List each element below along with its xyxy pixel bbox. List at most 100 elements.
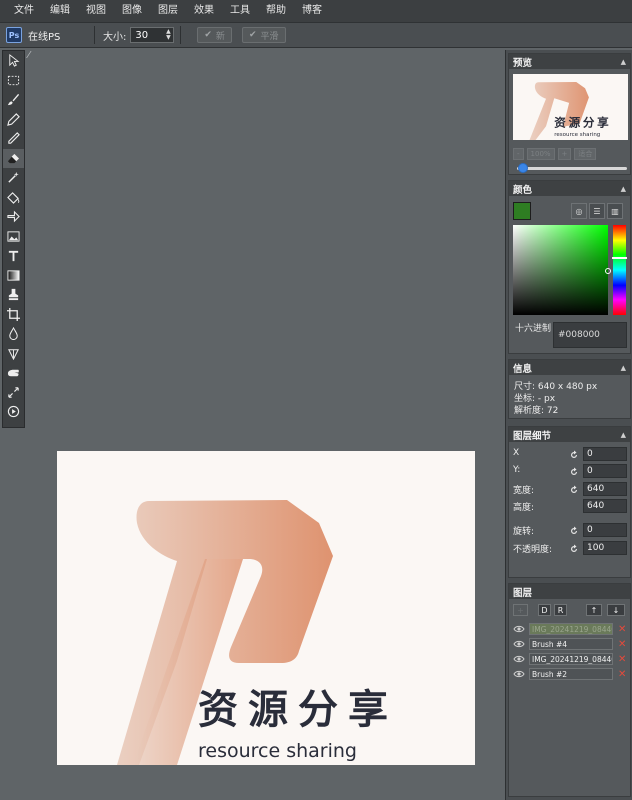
zoom-slider-handle[interactable]	[518, 163, 529, 173]
size-stepper[interactable]: ▲ ▼	[163, 28, 173, 42]
field-width-input[interactable]: 640	[583, 482, 627, 496]
smudge-icon[interactable]	[3, 363, 24, 383]
select-arrow-icon[interactable]	[3, 51, 24, 71]
zoom-fit-button[interactable]: 适合	[574, 148, 597, 160]
zoom-slider-track[interactable]	[517, 167, 627, 170]
field-opacity-label: 不透明度:	[513, 545, 553, 555]
layer-name[interactable]: IMG_20241219_08440	[529, 653, 613, 665]
eyedropper-icon[interactable]	[3, 129, 24, 149]
layers-panel-header[interactable]: 图层	[509, 584, 630, 599]
collapse-triangle-icon[interactable]: ▲	[621, 58, 626, 66]
image-icon[interactable]	[3, 227, 24, 247]
preview-panel-header[interactable]: 预览 ▲	[509, 54, 630, 69]
saturation-value-picker[interactable]	[513, 225, 608, 315]
reset-icon[interactable]	[569, 526, 579, 536]
fill-bucket-icon[interactable]	[3, 188, 24, 208]
option-toggle-new[interactable]: ✔ 新	[197, 27, 232, 43]
zoom-out-button[interactable]: -	[513, 148, 524, 160]
reset-icon[interactable]	[569, 544, 579, 554]
options-divider	[180, 26, 182, 44]
move-layer-down-button[interactable]: ↓	[607, 604, 625, 616]
brush-icon[interactable]	[3, 90, 24, 110]
layer-item[interactable]: IMG_20241219_08440 ✕	[513, 652, 631, 666]
menu-tools[interactable]: 工具	[222, 0, 258, 22]
eye-icon[interactable]	[513, 669, 525, 679]
menu-help[interactable]: 帮助	[258, 0, 294, 22]
reset-icon[interactable]	[569, 467, 579, 477]
layer-details-header[interactable]: 图层细节 ▲	[509, 427, 630, 442]
field-opacity-input[interactable]: 100	[583, 541, 627, 555]
rect-select-icon[interactable]	[3, 71, 24, 91]
delete-layer-icon[interactable]: ✕	[618, 624, 626, 635]
color-list-icon[interactable]: ☰	[589, 203, 605, 219]
menu-file[interactable]: 文件	[6, 0, 42, 22]
layer-item[interactable]: IMG_20241219_08440 ✕	[513, 622, 631, 636]
gradient-icon[interactable]	[3, 266, 24, 286]
collapse-triangle-icon[interactable]: ▲	[621, 185, 626, 193]
color-wheel-icon[interactable]: ◎	[571, 203, 587, 219]
sharpen-icon[interactable]	[3, 344, 24, 364]
text-icon[interactable]	[3, 246, 24, 266]
menu-image[interactable]: 图像	[114, 0, 150, 22]
reset-icon[interactable]	[569, 450, 579, 460]
layer-item[interactable]: Brush #4 ✕	[513, 637, 631, 651]
resize-icon[interactable]	[3, 383, 24, 403]
pencil-icon[interactable]	[3, 110, 24, 130]
hue-slider[interactable]	[613, 225, 626, 315]
crop-icon[interactable]	[3, 305, 24, 325]
delete-layer-icon[interactable]: ✕	[618, 639, 626, 650]
check-icon: ✔	[204, 30, 212, 40]
blur-drop-icon[interactable]	[3, 324, 24, 344]
right-panels: 预览 ▲ 资源分享 resource sharing - 100% + 适合 颜色…	[505, 50, 632, 800]
hex-input[interactable]: #008000	[553, 322, 627, 348]
rasterize-layer-button[interactable]: R	[554, 604, 567, 616]
collapse-triangle-icon[interactable]: ▲	[621, 431, 626, 439]
shape-icon[interactable]	[3, 207, 24, 227]
option-toggle-smooth[interactable]: ✔ 平滑	[241, 27, 286, 43]
menu-edit[interactable]: 编辑	[42, 0, 78, 22]
menu-layer[interactable]: 图层	[150, 0, 186, 22]
eye-icon[interactable]	[513, 639, 525, 649]
magic-wand-icon[interactable]	[3, 168, 24, 188]
options-bar: Ps 在线PS 大小: 30 ▲ ▼ ✔ 新 ✔ 平滑	[0, 22, 632, 48]
color-panel-header[interactable]: 颜色 ▲	[509, 181, 630, 196]
duplicate-layer-button[interactable]: D	[538, 604, 551, 616]
field-rotation-input[interactable]: 0	[583, 523, 627, 537]
layer-name[interactable]: IMG_20241219_08440	[529, 623, 613, 635]
eye-icon[interactable]	[513, 654, 525, 664]
current-color-swatch[interactable]	[513, 202, 531, 220]
play-icon[interactable]	[3, 402, 24, 422]
size-input[interactable]: 30 ▲ ▼	[130, 27, 175, 43]
zoom-level-button[interactable]: 100%	[526, 148, 555, 160]
menu-effects[interactable]: 效果	[186, 0, 222, 22]
hue-slider-handle[interactable]	[612, 257, 627, 259]
eye-icon[interactable]	[513, 624, 525, 634]
move-layer-up-button[interactable]: ↑	[586, 604, 602, 616]
menu-view[interactable]: 视图	[78, 0, 114, 22]
color-grid-icon[interactable]: ▥	[607, 203, 623, 219]
collapse-triangle-icon[interactable]: ▲	[621, 364, 626, 372]
field-y-input[interactable]: 0	[583, 464, 627, 478]
eraser-icon[interactable]	[3, 148, 24, 168]
preview-panel-title: 预览	[513, 57, 533, 69]
zoom-in-button[interactable]: +	[557, 148, 572, 160]
preview-thumbnail[interactable]: 资源分享 resource sharing	[513, 74, 628, 140]
delete-layer-icon[interactable]: ✕	[618, 654, 626, 665]
layer-details-title: 图层细节	[513, 430, 552, 442]
info-panel-header[interactable]: 信息 ▲	[509, 360, 630, 375]
stepper-down-icon[interactable]: ▼	[166, 35, 171, 41]
canvas-resize-handle-icon[interactable]: ⁄	[28, 50, 30, 61]
field-x-input[interactable]: 0	[583, 447, 627, 461]
delete-layer-icon[interactable]: ✕	[618, 669, 626, 680]
reset-icon[interactable]	[569, 485, 579, 495]
picker-cursor[interactable]	[605, 268, 611, 274]
layer-name[interactable]: Brush #2	[529, 668, 613, 680]
layer-name[interactable]: Brush #4	[529, 638, 613, 650]
add-layer-button[interactable]: +	[513, 604, 528, 616]
image-canvas[interactable]: 资源分享 resource sharing	[57, 451, 475, 765]
layer-item[interactable]: Brush #2 ✕	[513, 667, 631, 681]
menu-bar: 文件 编辑 视图 图像 图层 效果 工具 帮助 博客	[0, 0, 632, 22]
menu-blog[interactable]: 博客	[294, 0, 330, 22]
field-height-input[interactable]: 640	[583, 499, 627, 513]
stamp-icon[interactable]	[3, 285, 24, 305]
